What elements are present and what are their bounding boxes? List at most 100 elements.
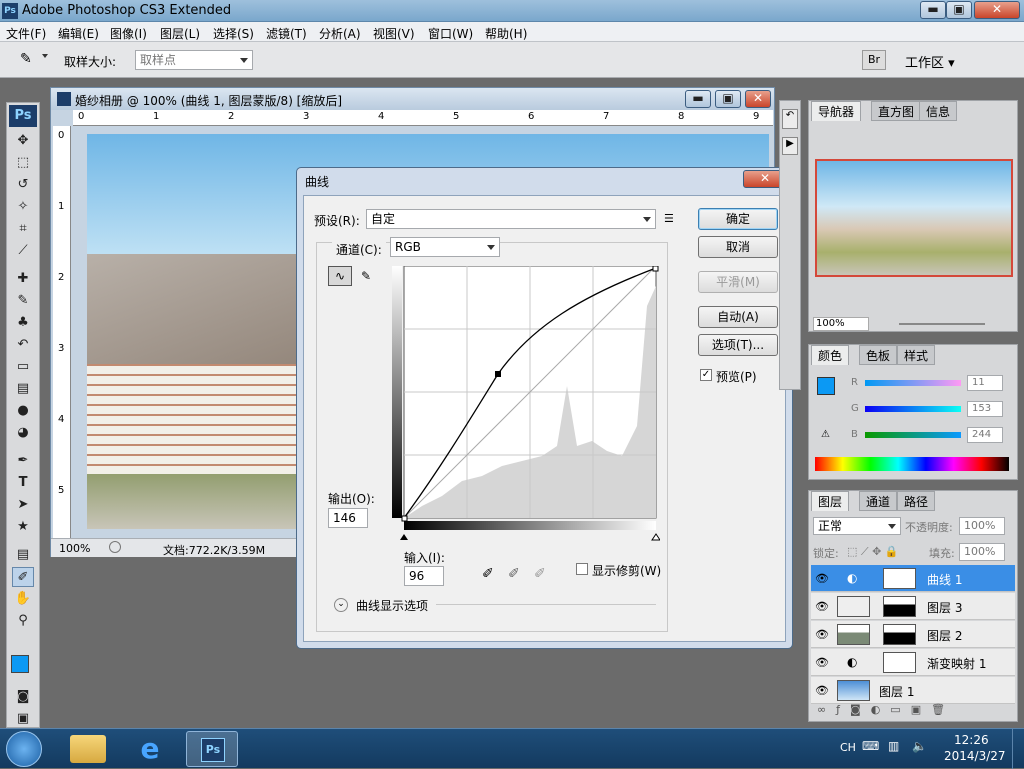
path-select-icon[interactable]: ➤ [12, 495, 34, 515]
maximize-button[interactable]: ▣ [946, 1, 972, 19]
white-eyedropper-icon[interactable]: ✐ [534, 566, 546, 582]
smooth-button[interactable]: 平滑(M) [698, 271, 778, 293]
fill-field[interactable]: 100% [959, 543, 1005, 561]
gamut-warning-icon[interactable]: ⚠ [821, 429, 830, 440]
eye-icon[interactable]: 👁 [815, 572, 829, 585]
auto-button[interactable]: 自动(A) [698, 306, 778, 328]
navigator-zoom-field[interactable]: 100% [813, 317, 869, 331]
tool-preset-dropdown[interactable] [42, 54, 48, 58]
pencil-icon[interactable]: ✎ [356, 266, 376, 286]
start-button-icon[interactable] [6, 731, 42, 767]
menu-edit[interactable]: 编辑(E) [58, 25, 99, 42]
explorer-icon[interactable] [70, 735, 106, 763]
r-slider[interactable] [865, 380, 961, 386]
tab-paths[interactable]: 路径 [897, 491, 936, 511]
channel-select[interactable]: RGB [390, 237, 500, 257]
curve-point-icon[interactable]: ∿ [328, 266, 352, 286]
zoom-tool-icon[interactable]: ⚲ [12, 611, 34, 631]
lasso-tool-icon[interactable]: ↺ [12, 175, 34, 195]
menu-file[interactable]: 文件(F) [6, 25, 46, 42]
tab-color[interactable]: 颜色 [811, 345, 850, 365]
slice-tool-icon[interactable]: ⟋ [12, 241, 34, 261]
menu-window[interactable]: 窗口(W) [428, 25, 473, 42]
menu-view[interactable]: 视图(V) [373, 25, 415, 42]
input-language[interactable]: CH [840, 741, 856, 754]
eye-icon[interactable]: 👁 [815, 684, 829, 697]
hand-tool-icon[interactable]: ✋ [12, 589, 34, 609]
ie-icon[interactable]: e [132, 733, 168, 765]
color-foreground-swatch[interactable] [817, 377, 835, 395]
brush-tool-icon[interactable]: ✎ [12, 291, 34, 311]
volume-icon[interactable]: 🔈 [912, 739, 927, 753]
sample-size-select[interactable]: 取样点 [135, 50, 253, 70]
doc-maximize-button[interactable]: ▣ [715, 90, 741, 108]
show-clipping-checkbox[interactable] [576, 563, 588, 575]
tab-swatches[interactable]: 色板 [859, 345, 898, 365]
quick-mask-icon[interactable]: ◙ [12, 687, 34, 707]
move-tool-icon[interactable]: ✥ [12, 131, 34, 151]
show-desktop-button[interactable] [1012, 729, 1024, 769]
color-ramp[interactable] [815, 457, 1009, 471]
black-eyedropper-icon[interactable]: ✐ [482, 566, 494, 582]
pen-tool-icon[interactable]: ✒ [12, 451, 34, 471]
workspace-button[interactable]: 工作区 ▾ [905, 52, 955, 71]
notes-tool-icon[interactable]: ▤ [12, 545, 34, 565]
output-field[interactable]: 146 [328, 508, 368, 528]
eyedropper-tool-icon[interactable]: ✐ [12, 567, 34, 587]
input-field[interactable]: 96 [404, 566, 444, 586]
gradient-tool-icon[interactable]: ▤ [12, 379, 34, 399]
menu-select[interactable]: 选择(S) [213, 25, 254, 42]
bridge-icon[interactable]: Br [862, 50, 886, 70]
crop-tool-icon[interactable]: ⌗ [12, 219, 34, 239]
tab-navigator[interactable]: 导航器 [811, 101, 862, 121]
menu-image[interactable]: 图像(I) [110, 25, 147, 42]
curve-endpoint[interactable] [652, 266, 659, 272]
close-button[interactable]: ✕ [974, 1, 1020, 19]
eye-icon[interactable]: 👁 [815, 628, 829, 641]
ok-button[interactable]: 确定 [698, 208, 778, 230]
type-tool-icon[interactable]: T [12, 473, 34, 493]
lock-icons[interactable]: ⬚ ⟋ ✥ 🔒 [847, 545, 899, 559]
menu-layer[interactable]: 图层(L) [160, 25, 200, 42]
marquee-tool-icon[interactable]: ⬚ [12, 153, 34, 173]
photoshop-taskbar-button[interactable]: Ps [186, 731, 238, 767]
clock-date[interactable]: 2014/3/27 [944, 749, 1006, 763]
doc-close-button[interactable]: ✕ [745, 90, 771, 108]
preview-checkbox[interactable]: ✓ [700, 369, 712, 381]
tab-layers[interactable]: 图层 [811, 491, 850, 511]
shape-tool-icon[interactable]: ★ [12, 517, 34, 537]
b-slider[interactable] [865, 432, 961, 438]
actions-panel-icon[interactable]: ▶ [782, 137, 798, 155]
opacity-field[interactable]: 100% [959, 517, 1005, 535]
b-value[interactable]: 244 [967, 427, 1003, 443]
r-value[interactable]: 11 [967, 375, 1003, 391]
navigator-thumbnail[interactable] [815, 159, 1013, 277]
keyboard-icon[interactable]: ⌨ [862, 739, 879, 753]
clone-stamp-icon[interactable]: ♣ [12, 313, 34, 333]
eye-icon[interactable]: 👁 [815, 656, 829, 669]
preset-options-icon[interactable]: ☰ [664, 212, 674, 225]
healing-brush-icon[interactable]: ✚ [12, 269, 34, 289]
layer-actions-icons[interactable]: ∞ƒ◙◐▭▣🗑 [817, 703, 955, 716]
minimize-button[interactable]: ▬ [920, 1, 946, 19]
network-icon[interactable]: ▥ [888, 739, 899, 753]
display-options-label[interactable]: 曲线显示选项 [356, 597, 428, 614]
curve-control-point[interactable] [495, 371, 501, 377]
clock-time[interactable]: 12:26 [954, 733, 989, 747]
zoom-level[interactable]: 100% [59, 542, 90, 555]
gray-eyedropper-icon[interactable]: ✐ [508, 566, 520, 582]
layer-row-gradient-map[interactable]: 👁 ◐ 渐变映射 1 [811, 649, 1015, 676]
layer-row-3[interactable]: 👁 图层 3 [811, 593, 1015, 620]
menu-help[interactable]: 帮助(H) [485, 25, 527, 42]
tab-info[interactable]: 信息 [919, 101, 958, 121]
tab-styles[interactable]: 样式 [897, 345, 936, 365]
g-slider[interactable] [865, 406, 961, 412]
g-value[interactable]: 153 [967, 401, 1003, 417]
options-button[interactable]: 选项(T)... [698, 334, 778, 356]
history-panel-icon[interactable]: ↶ [782, 109, 798, 129]
layer-row-curves[interactable]: 👁 ◐ 曲线 1 [811, 565, 1015, 592]
cancel-button[interactable]: 取消 [698, 236, 778, 258]
blur-tool-icon[interactable]: ● [12, 401, 34, 421]
history-brush-icon[interactable]: ↶ [12, 335, 34, 355]
navigator-zoom-slider[interactable] [899, 323, 985, 325]
